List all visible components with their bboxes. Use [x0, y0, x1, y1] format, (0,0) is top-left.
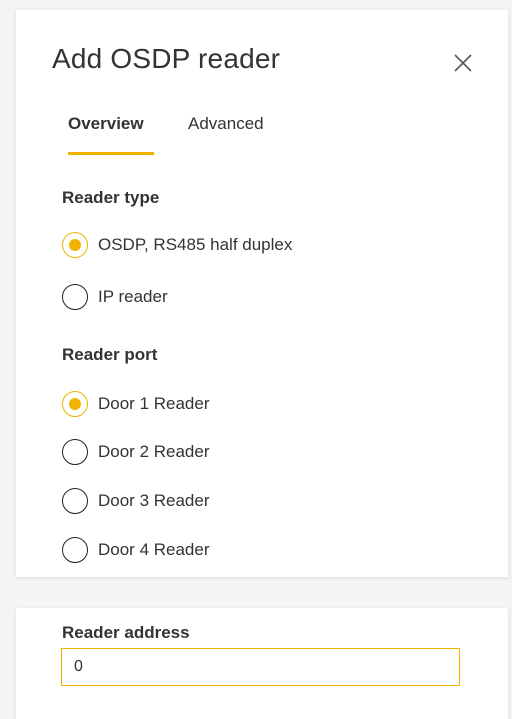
radio-label: Door 2 Reader — [98, 442, 210, 461]
active-tab-indicator — [68, 152, 154, 155]
radio-unchecked-icon — [62, 439, 88, 465]
reader-address-input[interactable] — [61, 648, 460, 686]
radio-door-1-reader[interactable]: Door 1 Reader — [62, 390, 210, 418]
radio-label: IP reader — [98, 287, 168, 306]
radio-unchecked-icon — [62, 537, 88, 563]
tab-overview[interactable]: Overview — [68, 114, 144, 134]
radio-door-3-reader[interactable]: Door 3 Reader — [62, 487, 210, 515]
radio-label: Door 4 Reader — [98, 540, 210, 559]
radio-label: Door 1 Reader — [98, 394, 210, 413]
dialog-title: Add OSDP reader — [52, 43, 281, 74]
radio-door-4-reader[interactable]: Door 4 Reader — [62, 536, 210, 564]
close-icon — [454, 54, 472, 72]
close-button[interactable] — [450, 50, 476, 76]
reader-address-panel: Reader address — [16, 608, 508, 719]
radio-label: OSDP, RS485 half duplex — [98, 235, 293, 254]
radio-ip-reader[interactable]: IP reader — [62, 283, 168, 311]
reader-address-label: Reader address — [62, 623, 190, 642]
radio-unchecked-icon — [62, 284, 88, 310]
reader-type-label: Reader type — [62, 188, 160, 207]
radio-checked-icon — [62, 391, 88, 417]
radio-checked-icon — [62, 232, 88, 258]
add-osdp-reader-dialog: Add OSDP reader Overview Advanced Reader… — [16, 10, 508, 577]
radio-label: Door 3 Reader — [98, 491, 210, 510]
tab-advanced[interactable]: Advanced — [188, 114, 264, 134]
radio-osdp-rs485[interactable]: OSDP, RS485 half duplex — [62, 231, 292, 259]
radio-door-2-reader[interactable]: Door 2 Reader — [62, 438, 210, 466]
reader-port-label: Reader port — [62, 345, 158, 364]
radio-unchecked-icon — [62, 488, 88, 514]
